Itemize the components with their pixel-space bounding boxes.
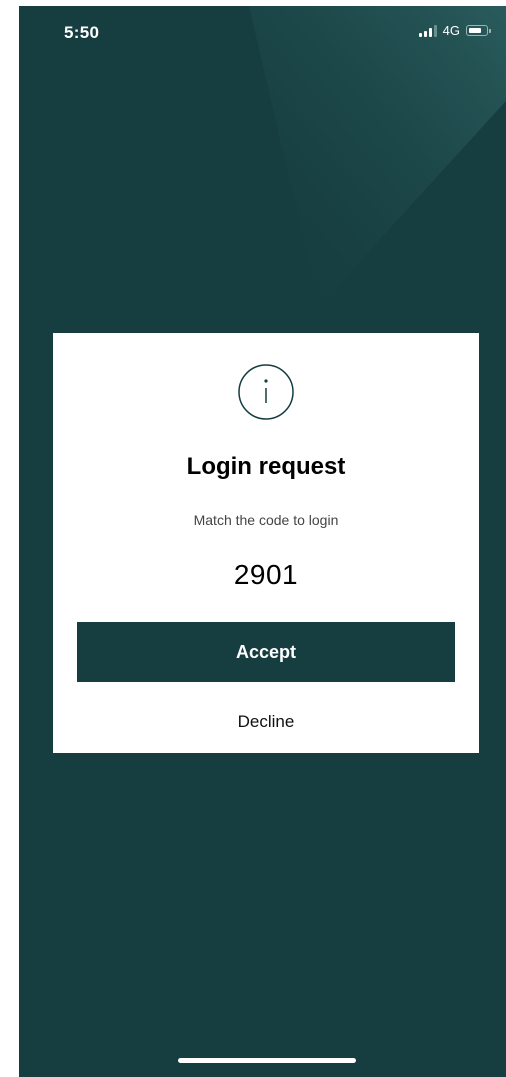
signal-icon [418,24,437,37]
login-request-dialog: Login request Match the code to login 29… [53,333,479,753]
accept-button[interactable]: Accept [77,622,455,682]
decline-button[interactable]: Decline [77,703,455,741]
network-type: 4G [442,23,460,38]
status-indicators: 4G [418,23,491,38]
dialog-title: Login request [186,453,346,480]
status-bar: 5:50 4G [19,6,506,56]
battery-icon [466,25,491,36]
dialog-subtitle: Match the code to login [193,512,339,528]
app-screen: 5:50 4G Login request Match the code to … [19,6,506,1077]
info-icon [238,364,294,420]
verification-code: 2901 [233,559,299,590]
status-time: 5:50 [64,23,100,42]
home-indicator[interactable] [178,1058,356,1063]
